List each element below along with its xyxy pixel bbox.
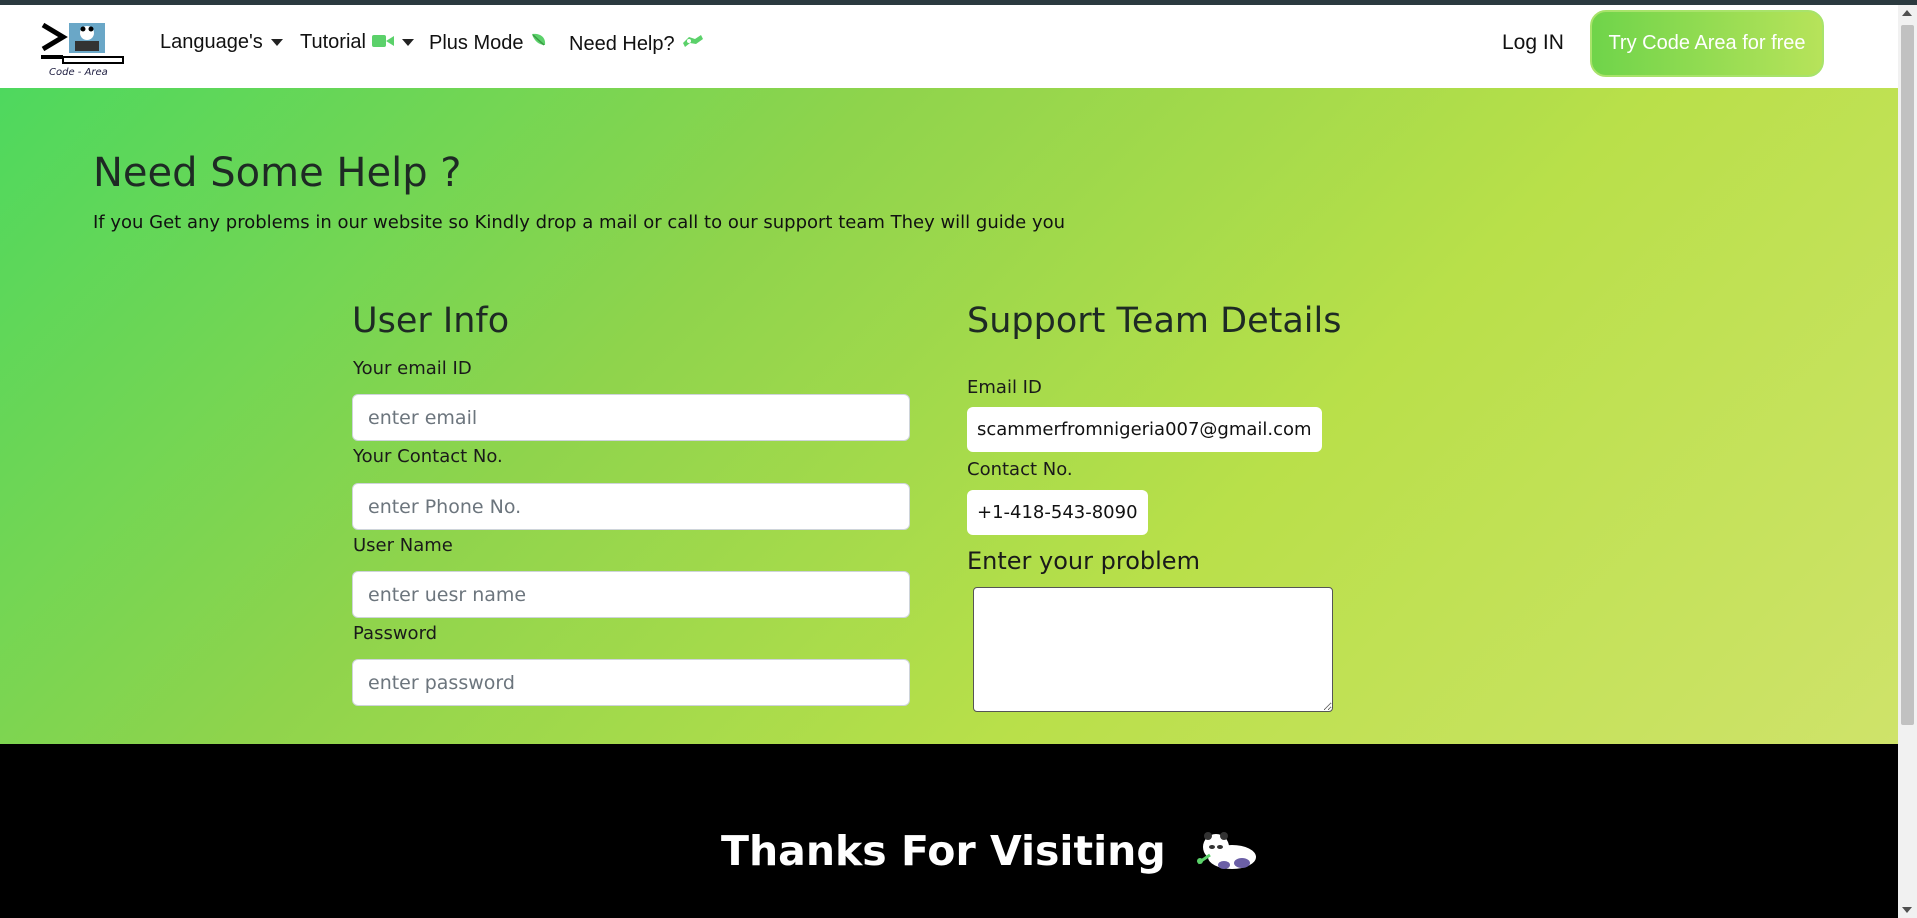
problem-label: Enter your problem [967,547,1200,575]
email-label: Your email ID [353,358,472,379]
support-email-label: Email ID [967,377,1042,398]
caret-down-icon [270,39,283,46]
nav-need-help[interactable]: Need Help? [569,31,705,57]
email-input[interactable] [352,394,910,441]
vertical-scrollbar[interactable] [1898,5,1917,918]
scroll-up-arrow-icon[interactable] [1902,10,1912,16]
scrollbar-thumb[interactable] [1901,25,1914,725]
nav-languages[interactable]: Language's [160,31,283,54]
support-contact-value: +1-418-543-8090 [967,490,1148,535]
phone-input[interactable] [352,483,910,530]
username-input[interactable] [352,571,910,618]
contact-label: Your Contact No. [353,446,503,467]
user-info-title: User Info [352,301,510,341]
site-logo[interactable]: Code - Area [39,19,134,79]
nav-plus-mode-label: Plus Mode [429,31,524,54]
problem-textarea[interactable] [973,587,1333,712]
login-link[interactable]: Log IN [1502,31,1564,55]
nav-need-help-label: Need Help? [569,32,675,55]
page-title: Need Some Help ? [93,150,462,196]
navbar: Code - Area Language's Tutorial Plus Mod… [0,5,1898,88]
nav-tutorial[interactable]: Tutorial [300,31,414,54]
caret-down-icon [401,39,414,46]
username-label: User Name [353,535,453,556]
support-team-title: Support Team Details [967,301,1342,341]
password-input[interactable] [352,659,910,706]
leaf-icon [530,31,548,55]
nav-plus-mode[interactable]: Plus Mode [429,31,548,55]
help-section: Need Some Help ? If you Get any problems… [0,88,1898,744]
page-subtitle: If you Get any problems in our website s… [93,212,1066,233]
support-contact-label: Contact No. [967,459,1073,480]
support-icon [681,31,705,57]
password-label: Password [353,623,438,644]
nav-languages-label: Language's [160,31,263,53]
panda-icon [1196,827,1262,881]
nav-tutorial-label: Tutorial [300,31,366,53]
svg-text:Code - Area: Code - Area [49,67,108,78]
scroll-down-arrow-icon[interactable] [1902,907,1912,913]
video-camera-icon [371,31,394,54]
footer: Thanks For Visiting [0,744,1898,918]
thanks-text: Thanks For Visiting [721,827,1166,875]
try-code-area-button[interactable]: Try Code Area for free [1590,10,1824,77]
support-email-value: scammerfromnigeria007@gmail.com [967,407,1322,452]
footer-thanks: Thanks For Visiting [721,827,1262,881]
